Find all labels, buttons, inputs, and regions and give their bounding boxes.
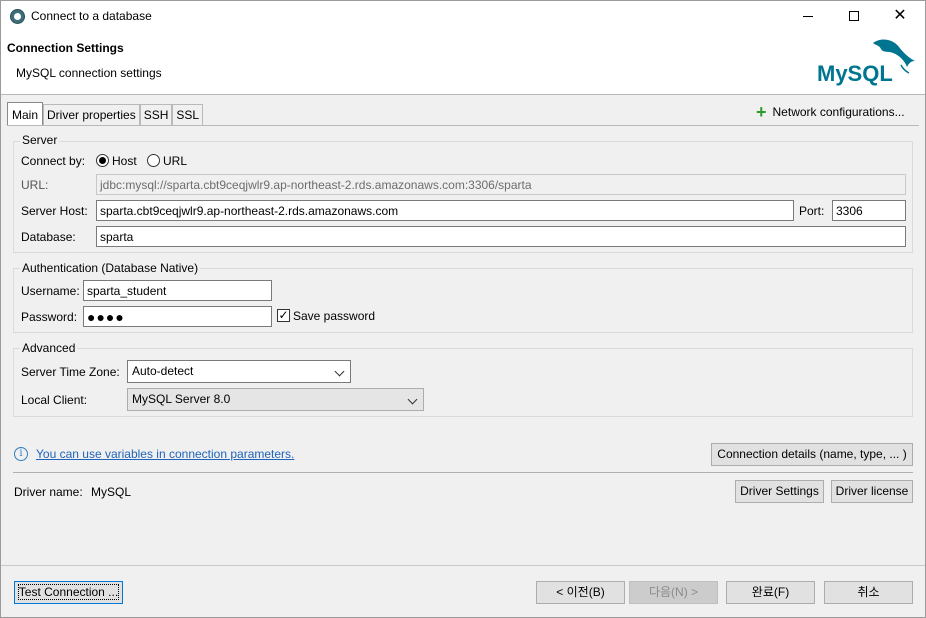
network-configurations-link[interactable]: + Network configurations...	[756, 102, 905, 122]
test-connection-label: Test Connection ...	[17, 584, 120, 600]
back-button[interactable]: < 이전(B)	[536, 581, 625, 604]
finish-button[interactable]: 완료(F)	[726, 581, 815, 604]
next-button[interactable]: 다음(N) >	[629, 581, 718, 604]
tab-main[interactable]: Main	[7, 102, 44, 126]
close-button[interactable]: ✕	[877, 1, 923, 31]
window-title: Connect to a database	[31, 9, 152, 23]
url-field[interactable]: jdbc:mysql://sparta.cbt9ceqjwlr9.ap-nort…	[96, 174, 906, 195]
timezone-label: Server Time Zone:	[21, 365, 120, 379]
password-field[interactable]: ●●●●	[83, 306, 272, 327]
mysql-logo-text: MySQL	[817, 61, 893, 86]
footer-separator	[1, 565, 925, 566]
local-client-select[interactable]: MySQL Server 8.0	[127, 388, 424, 411]
local-client-label: Local Client:	[21, 393, 88, 407]
url-radio[interactable]	[147, 154, 160, 167]
dialog-window: Connect to a database ✕ Connection Setti…	[0, 0, 926, 618]
timezone-select[interactable]: Auto-detect	[127, 360, 351, 383]
server-host-label: Server Host:	[21, 204, 88, 218]
save-password-label: Save password	[293, 309, 376, 323]
host-radio[interactable]	[96, 154, 109, 167]
port-field[interactable]: 3306	[832, 200, 906, 221]
dbeaver-app-icon	[10, 9, 25, 24]
server-host-field[interactable]: sparta.cbt9ceqjwlr9.ap-northeast-2.rds.a…	[96, 200, 794, 221]
database-label: Database:	[21, 230, 76, 244]
variables-help-link[interactable]: You can use variables in connection para…	[36, 447, 294, 461]
chevron-down-icon	[407, 394, 418, 405]
url-radio-label: URL	[163, 154, 188, 168]
tab-bar: Main Driver properties SSH SSL	[7, 102, 204, 126]
advanced-group-label: Advanced	[20, 341, 78, 355]
connect-by-label: Connect by:	[21, 154, 86, 168]
network-configurations-label: Network configurations...	[772, 105, 905, 119]
connection-details-button[interactable]: Connection details (name, type, ... )	[711, 443, 913, 466]
username-label: Username:	[21, 284, 80, 298]
timezone-value: Auto-detect	[132, 364, 194, 378]
port-label: Port:	[799, 204, 825, 218]
host-radio-label: Host	[112, 154, 137, 168]
local-client-value: MySQL Server 8.0	[132, 392, 231, 406]
dialog-header: Connection Settings MySQL connection set…	[1, 31, 925, 95]
page-subtitle: MySQL connection settings	[16, 66, 162, 80]
minimize-button[interactable]	[785, 1, 831, 31]
mysql-logo: MySQL	[817, 39, 915, 86]
title-bar: Connect to a database ✕	[1, 1, 925, 31]
url-label: URL:	[21, 178, 49, 192]
tab-driver-properties[interactable]: Driver properties	[43, 104, 140, 126]
page-title: Connection Settings	[7, 41, 124, 55]
close-icon: ✕	[893, 7, 907, 24]
tab-ssl[interactable]: SSL	[172, 104, 204, 126]
username-field[interactable]: sparta_student	[83, 280, 272, 301]
separator	[13, 472, 913, 473]
info-icon: i	[14, 447, 28, 461]
maximize-button[interactable]	[831, 1, 877, 31]
driver-name-label: Driver name:	[14, 485, 83, 499]
test-connection-button[interactable]: Test Connection ...	[14, 581, 123, 604]
database-field[interactable]: sparta	[96, 226, 906, 247]
driver-name-value: MySQL	[91, 485, 132, 499]
chevron-down-icon	[334, 366, 345, 377]
cancel-button[interactable]: 취소	[824, 581, 913, 604]
tab-ssh[interactable]: SSH	[139, 104, 173, 126]
save-password-checkbox[interactable]: ✓	[277, 309, 290, 322]
driver-settings-button[interactable]: Driver Settings	[735, 480, 824, 503]
authentication-group-label: Authentication (Database Native)	[20, 261, 201, 275]
password-label: Password:	[21, 310, 78, 324]
server-group-label: Server	[20, 133, 60, 147]
maximize-icon	[849, 11, 859, 21]
plus-icon: +	[756, 102, 767, 122]
tab-divider	[7, 125, 919, 126]
driver-license-button[interactable]: Driver license	[831, 480, 913, 503]
minimize-icon	[803, 15, 813, 17]
